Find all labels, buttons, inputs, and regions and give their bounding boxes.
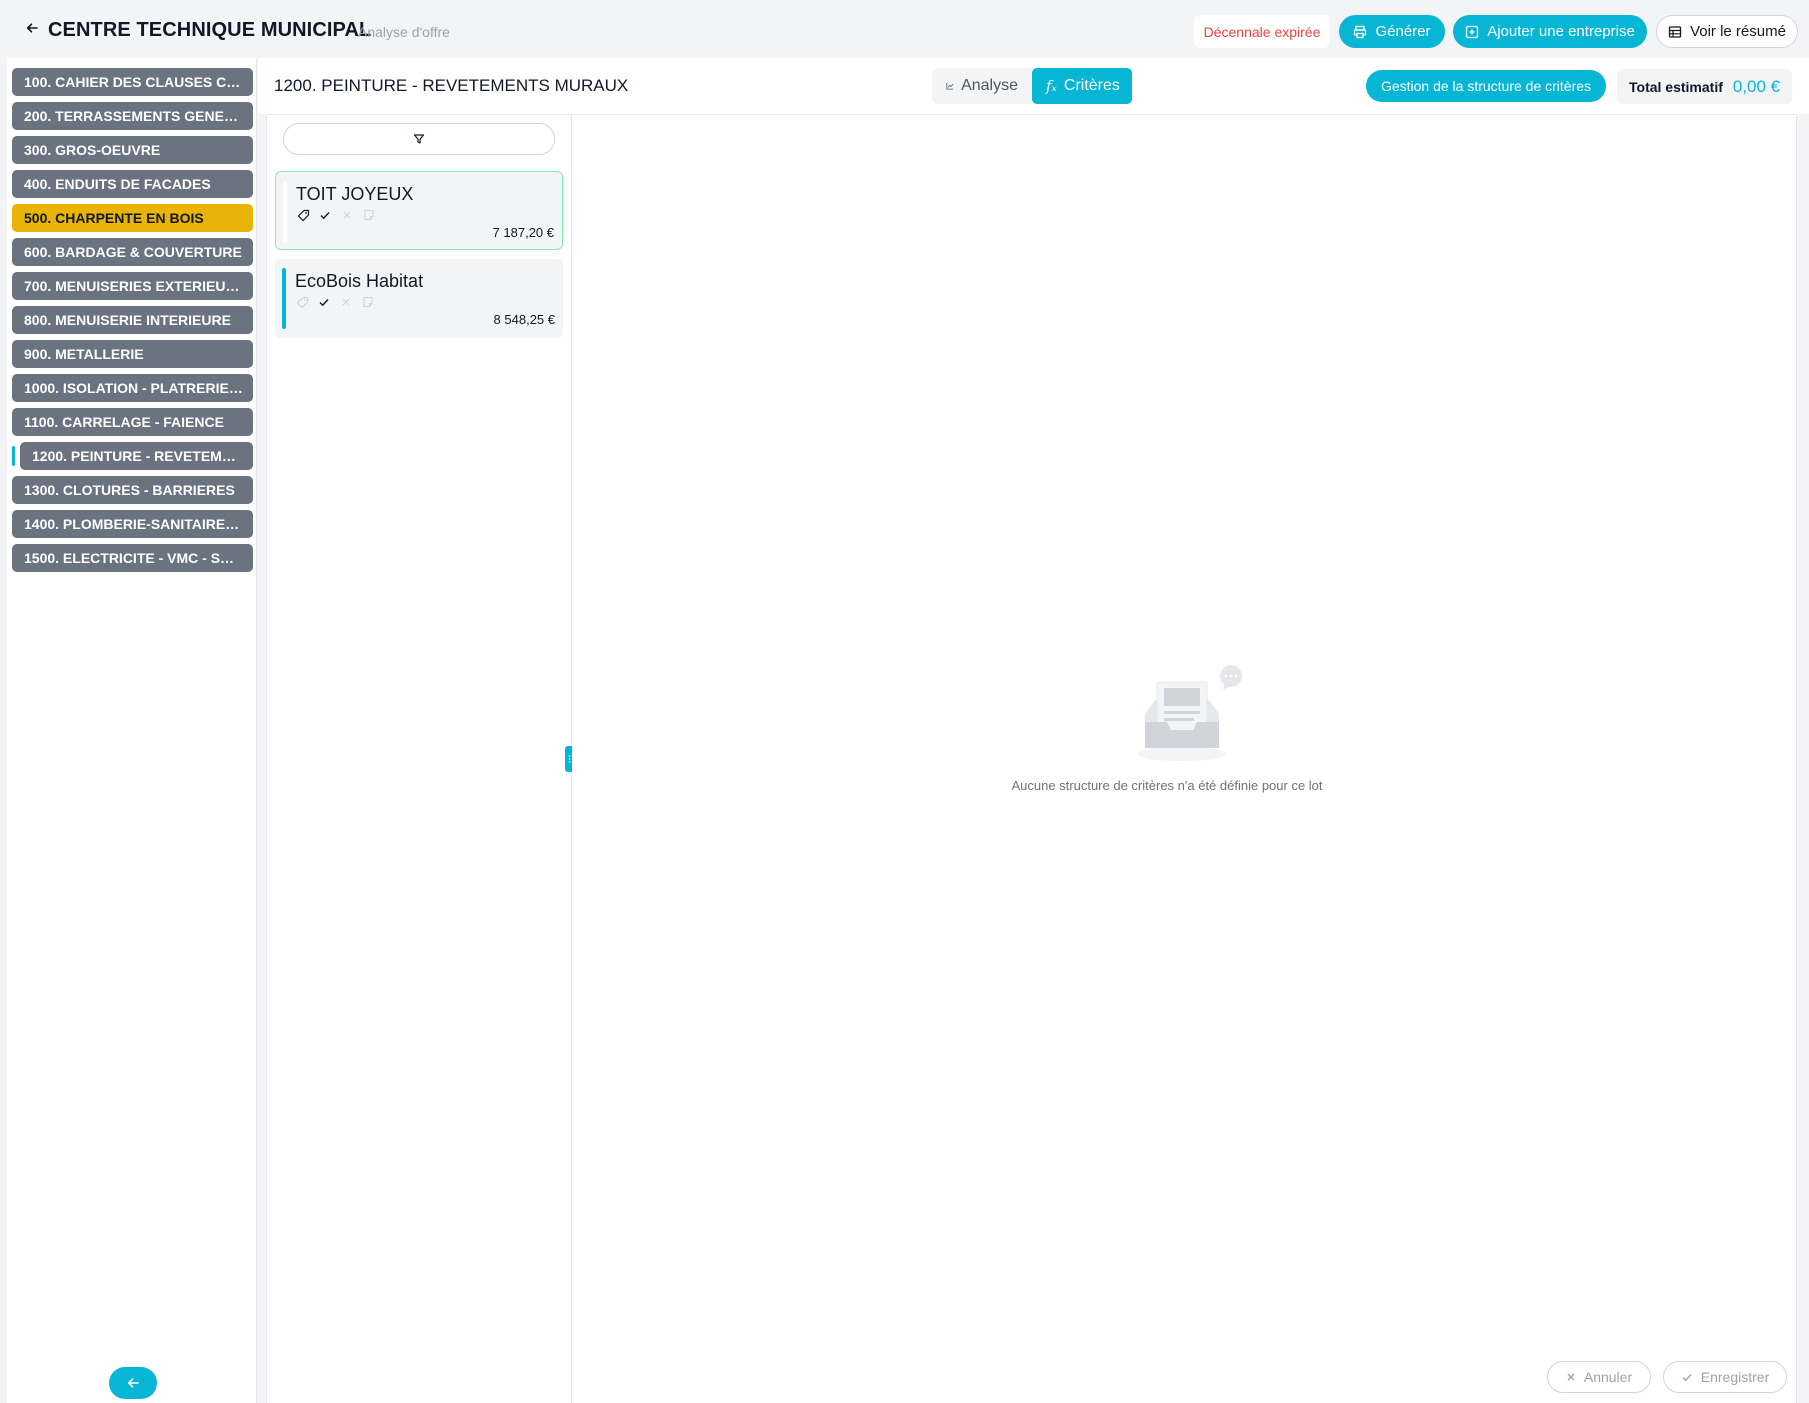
- lot-item-active[interactable]: 1200. PEINTURE - REVETEMENTS MURAUX: [20, 442, 253, 470]
- lot-item[interactable]: 700. MENUISERIES EXTERIEURES: [12, 272, 253, 300]
- filter-icon: [413, 134, 425, 144]
- estimated-total: Total estimatif 0,00 €: [1617, 69, 1792, 104]
- company-status-bar: [283, 181, 287, 242]
- table-icon: [1668, 25, 1682, 38]
- arrow-left-icon: [127, 1378, 139, 1388]
- generate-button[interactable]: Générer: [1339, 15, 1445, 48]
- lot-title: 1200. PEINTURE - REVETEMENTS MURAUX: [274, 76, 629, 95]
- estimated-total-value: 0,00 €: [1732, 76, 1781, 96]
- company-name: EcoBois Habitat: [295, 271, 424, 291]
- company-name: TOIT JOYEUX: [296, 184, 414, 204]
- collapse-sidebar-button[interactable]: [109, 1367, 157, 1399]
- company-actions: [295, 295, 375, 309]
- criteria-content-pane: Aucune structure de critères n'a été déf…: [572, 114, 1797, 1403]
- lot-item[interactable]: 600. BARDAGE & COUVERTURE: [12, 238, 253, 266]
- save-button-label: Enregistrer: [1700, 1369, 1770, 1385]
- lot-item[interactable]: 900. METALLERIE: [12, 340, 253, 368]
- close-icon[interactable]: [339, 295, 353, 309]
- close-icon[interactable]: [340, 208, 354, 222]
- company-price: 7 187,20 €: [492, 225, 554, 240]
- note-icon[interactable]: [361, 295, 375, 309]
- lot-item[interactable]: 800. MENUISERIE INTERIEURE: [12, 306, 253, 334]
- chart-line-icon: [946, 82, 954, 90]
- function-icon: 𝑓ₓ: [1046, 77, 1057, 95]
- check-icon[interactable]: [318, 208, 332, 222]
- lot-item[interactable]: 1500. ELECTRICITE - VMC - SECURITE: [12, 544, 253, 572]
- check-icon: [1682, 1374, 1692, 1382]
- companies-pane: TOIT JOYEUX 7 187,20 € EcoBois Habitat 8…: [266, 114, 572, 1403]
- tab-criteres-label: Critères: [1063, 77, 1120, 94]
- cancel-button[interactable]: Annuler: [1547, 1361, 1651, 1393]
- add-square-icon: [1466, 25, 1479, 38]
- lot-item[interactable]: 1000. ISOLATION - PLATRERIE - PLAFONDS: [12, 374, 253, 402]
- tab-criteres[interactable]: 𝑓ₓ Critères: [1032, 68, 1132, 104]
- printer-icon: [1354, 25, 1367, 38]
- generate-button-label: Générer: [1375, 23, 1431, 40]
- empty-inbox-illustration: [1137, 664, 1247, 769]
- app-header: CENTRE TECHNIQUE MUNICIPAL Analyse d'off…: [0, 0, 1809, 58]
- note-icon[interactable]: [362, 208, 376, 222]
- lot-item[interactable]: 1300. CLOTURES - BARRIERES: [12, 476, 253, 504]
- view-summary-button[interactable]: Voir le résumé: [1656, 15, 1798, 48]
- tab-analyse-label: Analyse: [961, 77, 1018, 94]
- add-company-button-label: Ajouter une entreprise: [1487, 23, 1635, 40]
- tab-analyse[interactable]: Analyse: [932, 68, 1032, 104]
- active-lot-marker: [12, 446, 15, 466]
- filter-bar[interactable]: [283, 123, 555, 155]
- company-status-bar: [282, 268, 286, 329]
- lot-item[interactable]: 200. TERRASSEMENTS GENERAUX: [12, 102, 253, 130]
- lot-toolbar: 1200. PEINTURE - REVETEMENTS MURAUX Anal…: [258, 58, 1809, 114]
- lot-item[interactable]: 1100. CARRELAGE - FAIENCE: [12, 408, 253, 436]
- company-price: 8 548,25 €: [493, 312, 555, 327]
- empty-state-message: Aucune structure de critères n'a été déf…: [1011, 778, 1323, 793]
- lot-item[interactable]: 100. CAHIER DES CLAUSES COMMUNES: [12, 68, 253, 96]
- add-company-button[interactable]: Ajouter une entreprise: [1453, 15, 1647, 48]
- company-card[interactable]: TOIT JOYEUX 7 187,20 €: [275, 171, 563, 250]
- lot-item[interactable]: 300. GROS-OEUVRE: [12, 136, 253, 164]
- close-icon: [1567, 1373, 1575, 1381]
- company-card[interactable]: EcoBois Habitat 8 548,25 €: [275, 259, 563, 338]
- estimated-total-label: Total estimatif: [1629, 78, 1723, 95]
- company-actions: [296, 208, 376, 222]
- lots-sidebar: 100. CAHIER DES CLAUSES COMMUNES 200. TE…: [7, 58, 257, 1403]
- manage-criteria-structure-button[interactable]: Gestion de la structure de critères: [1366, 70, 1606, 102]
- back-arrow-icon[interactable]: [22, 18, 42, 38]
- view-summary-button-label: Voir le résumé: [1690, 23, 1786, 40]
- page-subtitle: Analyse d'offre: [358, 24, 450, 40]
- view-tabs: Analyse 𝑓ₓ Critères: [932, 68, 1132, 104]
- tag-icon[interactable]: [295, 295, 309, 309]
- decennale-expired-badge[interactable]: Décennale expirée: [1194, 15, 1330, 48]
- save-button[interactable]: Enregistrer: [1663, 1361, 1787, 1393]
- lot-item[interactable]: 400. ENDUITS DE FACADES: [12, 170, 253, 198]
- check-icon[interactable]: [317, 295, 331, 309]
- page-title: CENTRE TECHNIQUE MUNICIPAL: [48, 19, 372, 41]
- lot-item[interactable]: 1400. PLOMBERIE-SANITAIRE - CHAUFFAGE: [12, 510, 253, 538]
- cancel-button-label: Annuler: [1583, 1369, 1633, 1385]
- lot-item-highlighted[interactable]: 500. CHARPENTE EN BOIS: [12, 204, 253, 232]
- tag-icon[interactable]: [296, 208, 310, 222]
